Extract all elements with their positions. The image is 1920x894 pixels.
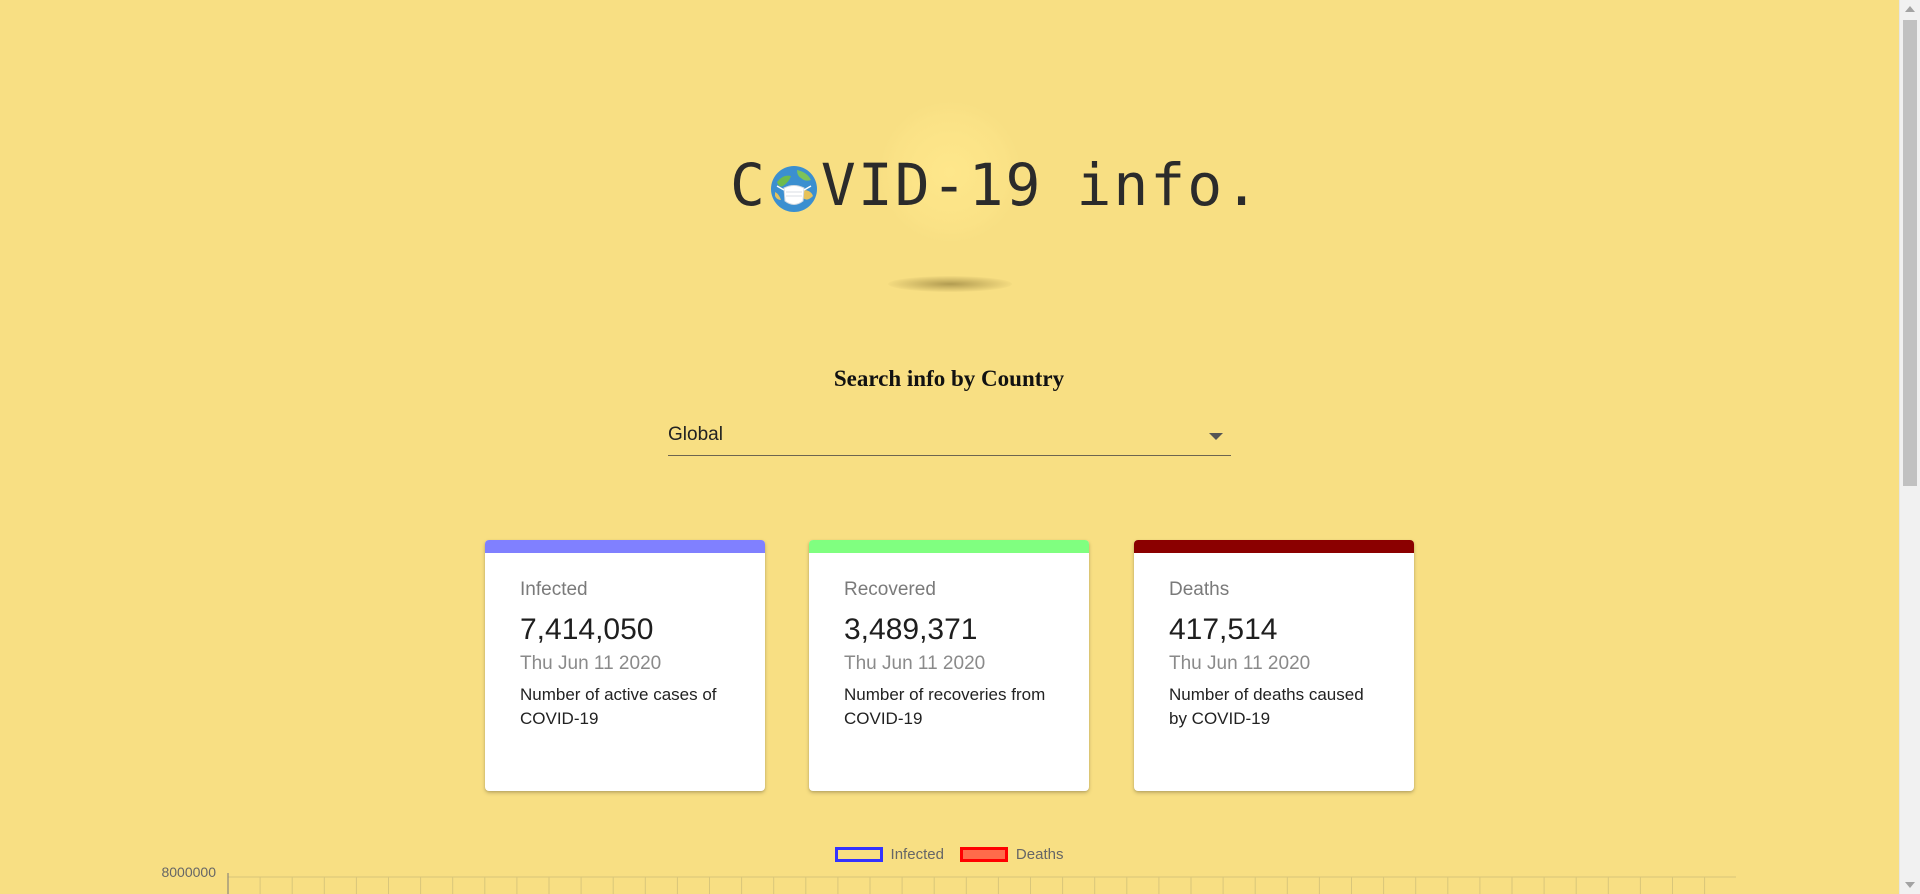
card-label: Infected bbox=[520, 579, 588, 600]
card-description: Number of deaths caused by COVID-19 bbox=[1169, 685, 1364, 728]
cases-chart: 8000000 bbox=[161, 864, 1736, 894]
search-title: Search info by Country bbox=[833, 366, 1065, 391]
card-label: Recovered bbox=[844, 579, 936, 600]
country-select-value: Global bbox=[668, 424, 723, 445]
card-description: Number of active cases of COVID-19 bbox=[520, 685, 717, 728]
card-label: Deaths bbox=[1169, 579, 1230, 600]
deaths-card-accent bbox=[1134, 540, 1414, 553]
page-scrollbar[interactable] bbox=[1899, 0, 1920, 894]
infected-card: Infected 7,414,050 Thu Jun 11 2020 Numbe… bbox=[485, 540, 765, 791]
card-date: Thu Jun 11 2020 bbox=[844, 653, 986, 674]
card-value: 7,414,050 bbox=[520, 613, 654, 646]
globe-mask-icon bbox=[769, 160, 819, 212]
card-date: Thu Jun 11 2020 bbox=[520, 653, 662, 674]
deaths-card: Deaths 417,514 Thu Jun 11 2020 Number of… bbox=[1134, 540, 1414, 791]
chart-grid bbox=[227, 873, 1736, 894]
recovered-card: Recovered 3,489,371 Thu Jun 11 2020 Numb… bbox=[809, 540, 1089, 791]
logo-shadow bbox=[888, 276, 1012, 292]
logo-text-tail: info. bbox=[1076, 151, 1262, 219]
country-select[interactable]: Global bbox=[668, 420, 1231, 456]
infected-card-accent bbox=[485, 540, 765, 553]
logo-text-after: VID-19 bbox=[820, 151, 1043, 219]
logo-text-before: C bbox=[730, 151, 767, 219]
card-value: 3,489,371 bbox=[844, 613, 978, 646]
app-logo: C VID-19 info. bbox=[730, 150, 1261, 220]
y-tick-label: 8000000 bbox=[161, 864, 216, 880]
card-value: 417,514 bbox=[1169, 613, 1278, 646]
scroll-up-arrow-icon[interactable] bbox=[1905, 6, 1915, 12]
card-description: Number of recoveries from COVID-19 bbox=[844, 685, 1046, 728]
recovered-card-accent bbox=[809, 540, 1089, 553]
scroll-down-arrow-icon[interactable] bbox=[1905, 882, 1915, 888]
scrollbar-thumb[interactable] bbox=[1903, 20, 1917, 486]
chevron-down-icon[interactable] bbox=[1209, 433, 1223, 440]
card-date: Thu Jun 11 2020 bbox=[1169, 653, 1311, 674]
